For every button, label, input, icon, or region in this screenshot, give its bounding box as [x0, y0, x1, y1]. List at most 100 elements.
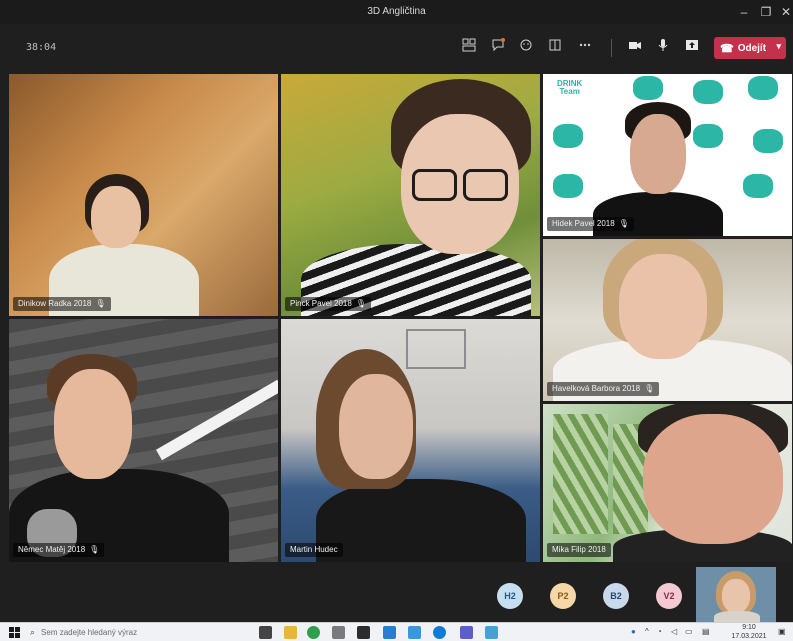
glasses-right	[463, 169, 508, 201]
mic-icon[interactable]	[653, 38, 673, 58]
person-face	[54, 369, 132, 479]
participant-nameplate: Hidek Pavel 2018 🎙	[547, 217, 634, 231]
battery-icon[interactable]: ▭	[685, 627, 693, 636]
mic-muted-icon: 🎙	[89, 545, 100, 554]
logo-mark	[553, 174, 583, 198]
logo-mark	[693, 124, 723, 148]
taskbar-clock[interactable]: 9:10 17.03.2021	[727, 623, 771, 641]
windows-start-icon[interactable]	[9, 627, 20, 638]
person-face	[339, 374, 413, 479]
network-icon[interactable]: ◔	[657, 627, 662, 636]
notifications-icon[interactable]: ▣	[778, 627, 786, 636]
clock-time: 9:10	[742, 624, 756, 631]
chat-icon[interactable]	[488, 38, 508, 58]
glasses-left	[412, 169, 457, 201]
file-explorer-icon[interactable]	[284, 626, 297, 639]
person-body	[714, 611, 760, 622]
video-tile[interactable]: Pinck Pavel 2018 🎙	[280, 73, 541, 317]
person-face	[91, 186, 141, 248]
participant-name: Havelková Barbora 2018	[552, 384, 641, 393]
participant-nameplate: Němec Matěj 2018 🎙	[13, 543, 105, 557]
photos-icon[interactable]	[408, 626, 421, 639]
edge-icon[interactable]	[433, 626, 446, 639]
person-face	[643, 414, 783, 544]
word-icon[interactable]	[485, 626, 498, 639]
participant-nameplate: Pinck Pavel 2018 🎙	[285, 297, 371, 311]
video-tile[interactable]: Martin Hudec	[280, 318, 541, 563]
mic-muted-icon: 🎙	[355, 299, 366, 308]
leave-label: Odejít	[737, 42, 767, 54]
volume-icon[interactable]: ◁	[671, 627, 677, 636]
search-icon: ⌕	[30, 627, 36, 637]
keyboard-icon[interactable]: ▤	[702, 627, 710, 636]
person-face	[630, 114, 686, 194]
teams-icon[interactable]	[460, 626, 473, 639]
participant-nameplate: Havelková Barbora 2018 🎙	[547, 382, 660, 396]
overflow-avatar-v2[interactable]: V2	[656, 583, 682, 609]
search-placeholder: Sem zadejte hledaný výraz	[41, 628, 138, 637]
logo-mark	[743, 174, 773, 198]
participant-name: Němec Matěj 2018	[18, 545, 86, 554]
mic-muted-icon: 🎙	[95, 299, 106, 308]
overflow-participants-bar: H2 P2 B2 V2	[0, 563, 793, 620]
logo-mark	[748, 76, 778, 100]
rooms-icon[interactable]	[545, 38, 565, 58]
participant-name: Dinikow Radka 2018	[18, 299, 92, 308]
minimize-icon[interactable]: –	[733, 3, 755, 21]
chrome-icon[interactable]	[307, 626, 320, 639]
person-face	[722, 579, 750, 613]
video-tile[interactable]: Mika Filip 2018	[542, 403, 793, 563]
overflow-avatar-b2[interactable]: B2	[603, 583, 629, 609]
task-view-icon[interactable]	[259, 626, 272, 639]
help-icon[interactable]: ●	[631, 627, 636, 636]
chevron-up-icon[interactable]: ^	[645, 627, 649, 636]
logo-mark	[753, 129, 783, 153]
toolbar-divider	[611, 39, 612, 57]
meeting-timer: 38:04	[26, 42, 57, 53]
more-icon[interactable]	[575, 38, 595, 58]
participant-nameplate: Dinikow Radka 2018 🎙	[13, 297, 111, 311]
participants-icon[interactable]	[459, 38, 479, 58]
mail-icon[interactable]	[383, 626, 396, 639]
mic-muted-icon: 🎙	[618, 219, 629, 228]
mic-muted-icon: 🎙	[644, 384, 655, 393]
picture-frame	[406, 329, 466, 369]
participant-nameplate: Mika Filip 2018	[547, 543, 611, 557]
participant-name: Hidek Pavel 2018	[552, 219, 615, 228]
participant-name: Pinck Pavel 2018	[290, 299, 352, 308]
person-face	[619, 254, 707, 359]
meeting-toolbar: 38:04 ☎ Odejít ▾	[0, 26, 793, 70]
clock-date: 17.03.2021	[731, 633, 767, 640]
maximize-icon[interactable]: ❐	[755, 3, 777, 21]
participant-name: Mika Filip 2018	[552, 545, 606, 554]
participant-nameplate: Martin Hudec	[285, 543, 343, 557]
video-grid: Dinikow Radka 2018 🎙 Pinck Pavel 2018 🎙 DR…	[8, 73, 793, 563]
close-icon[interactable]: ✕	[775, 3, 793, 21]
reactions-icon[interactable]	[516, 38, 536, 58]
video-tile[interactable]: Němec Matěj 2018 🎙	[8, 318, 279, 563]
phone-hangup-icon: ☎	[720, 42, 734, 55]
video-tile[interactable]: DRINK Team Hidek Pavel 2018 🎙	[542, 73, 793, 237]
backdrop-logo-line2: Team	[559, 87, 580, 96]
wall-art	[553, 414, 608, 534]
windows-taskbar: ⌕ Sem zadejte hledaný výraz ● ^ ◔ ◁ ▭ ▤ 9…	[0, 622, 793, 641]
share-icon[interactable]	[682, 38, 702, 58]
chevron-down-icon[interactable]: ▾	[776, 41, 781, 52]
title-bar: 3D Angličtina – ❐ ✕	[0, 0, 793, 24]
settings-icon[interactable]	[332, 626, 345, 639]
store-icon[interactable]	[357, 626, 370, 639]
teams-window: 3D Angličtina – ❐ ✕ 38:04 ☎ Odejít ▾ Din…	[0, 0, 793, 641]
overflow-avatar-h2[interactable]: H2	[497, 583, 523, 609]
window-title: 3D Angličtina	[367, 6, 426, 17]
camera-icon[interactable]	[625, 38, 645, 58]
video-tile[interactable]: Havelková Barbora 2018 🎙	[542, 238, 793, 402]
participant-name: Martin Hudec	[290, 545, 338, 554]
leave-button[interactable]: ☎ Odejít ▾	[714, 37, 786, 59]
logo-mark	[693, 80, 723, 104]
self-view-preview[interactable]	[696, 567, 776, 622]
taskbar-search-box[interactable]: ⌕ Sem zadejte hledaný výraz	[30, 625, 230, 640]
logo-mark	[633, 76, 663, 100]
overflow-avatar-p2[interactable]: P2	[550, 583, 576, 609]
video-tile[interactable]: Dinikow Radka 2018 🎙	[8, 73, 279, 317]
person-body	[316, 479, 526, 562]
